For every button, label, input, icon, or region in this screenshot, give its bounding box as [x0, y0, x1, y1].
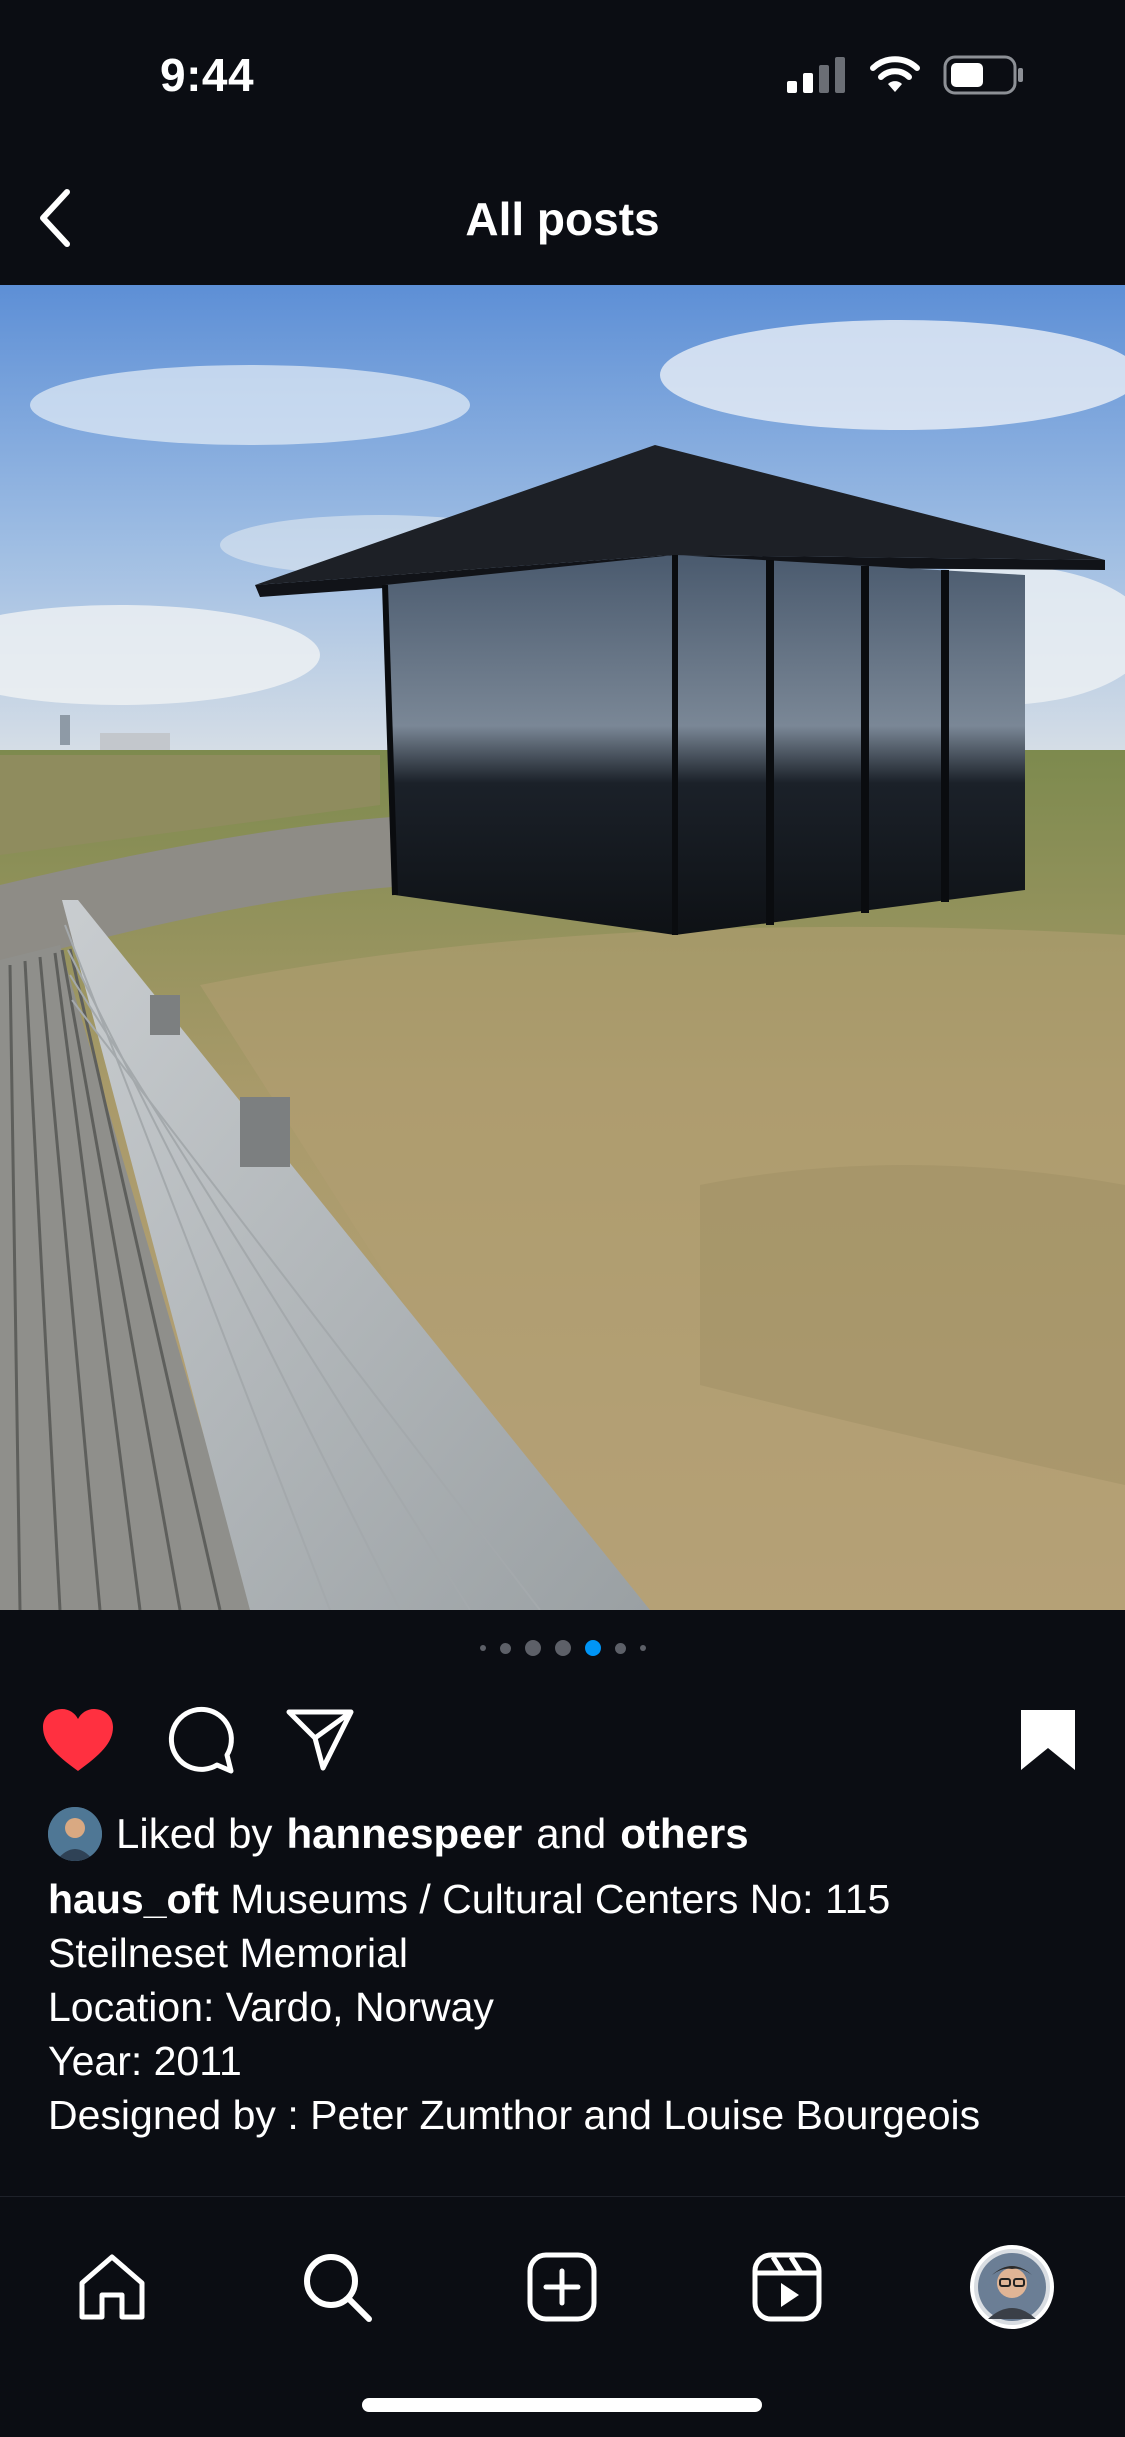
search-icon [304, 2254, 372, 2322]
tab-search[interactable] [287, 2237, 387, 2337]
liked-by-row[interactable]: Liked by hannespeer and others [48, 1807, 749, 1861]
carousel-dot-active [584, 1640, 601, 1656]
carousel-dot [639, 1645, 646, 1651]
wifi-icon [870, 56, 920, 92]
tab-home[interactable] [62, 2237, 162, 2337]
like-button[interactable] [38, 1700, 118, 1780]
plus-square-icon [527, 2252, 597, 2322]
carousel-dot [499, 1642, 511, 1654]
caption-line: Year: 2011 [48, 2038, 242, 2084]
tab-reels[interactable] [737, 2237, 837, 2337]
paper-plane-icon [286, 1709, 354, 1771]
post-actions [0, 1700, 1125, 1780]
caption-line: Location: Vardo, Norway [48, 1984, 494, 2030]
save-button[interactable] [1008, 1700, 1088, 1780]
home-indicator [362, 2398, 762, 2412]
battery-icon [943, 55, 1023, 95]
caption-line: Designed by : Peter Zumthor and Louise B… [48, 2092, 981, 2138]
cellular-signal-icon [787, 57, 845, 93]
comment-icon [168, 1706, 234, 1774]
heart-icon [43, 1709, 113, 1771]
tab-create[interactable] [512, 2237, 612, 2337]
caption-username[interactable]: haus_oft [48, 1876, 219, 1922]
status-icons [787, 55, 1025, 95]
caption-first-line: haus_oft Museums / Cultural Centers No: … [48, 1872, 1088, 1926]
liker-avatar [48, 1807, 102, 1861]
status-bar: 9:44 [0, 0, 1125, 150]
home-icon [79, 2254, 145, 2320]
page-title: All posts [465, 193, 660, 245]
liked-by-connector: and [536, 1810, 607, 1857]
caption-text: Museums / Cultural Centers No: 115 [230, 1876, 891, 1922]
carousel-dot [479, 1645, 486, 1651]
carousel-dots [0, 1640, 1125, 1656]
bookmark-icon [1021, 1710, 1075, 1770]
reels-icon [752, 2252, 822, 2322]
liked-by-prefix: Liked by [116, 1810, 273, 1857]
status-time: 9:44 [160, 49, 255, 101]
caption-line: Steilneset Memorial [48, 1930, 409, 1976]
post-caption: haus_oft Museums / Cultural Centers No: … [48, 1872, 1088, 2142]
profile-avatar [970, 2245, 1054, 2329]
liked-by-username[interactable]: hannespeer [286, 1810, 522, 1858]
tab-profile[interactable] [962, 2237, 1062, 2337]
share-button[interactable] [280, 1700, 360, 1780]
post-photo[interactable] [0, 285, 1125, 1610]
liked-by-others[interactable]: others [620, 1810, 748, 1858]
memorial-photo [0, 285, 1125, 1610]
comment-button[interactable] [160, 1700, 240, 1780]
carousel-dot [524, 1640, 541, 1656]
carousel-dot [614, 1642, 626, 1654]
carousel-dot [554, 1640, 571, 1656]
nav-bar: All posts [0, 150, 1125, 285]
